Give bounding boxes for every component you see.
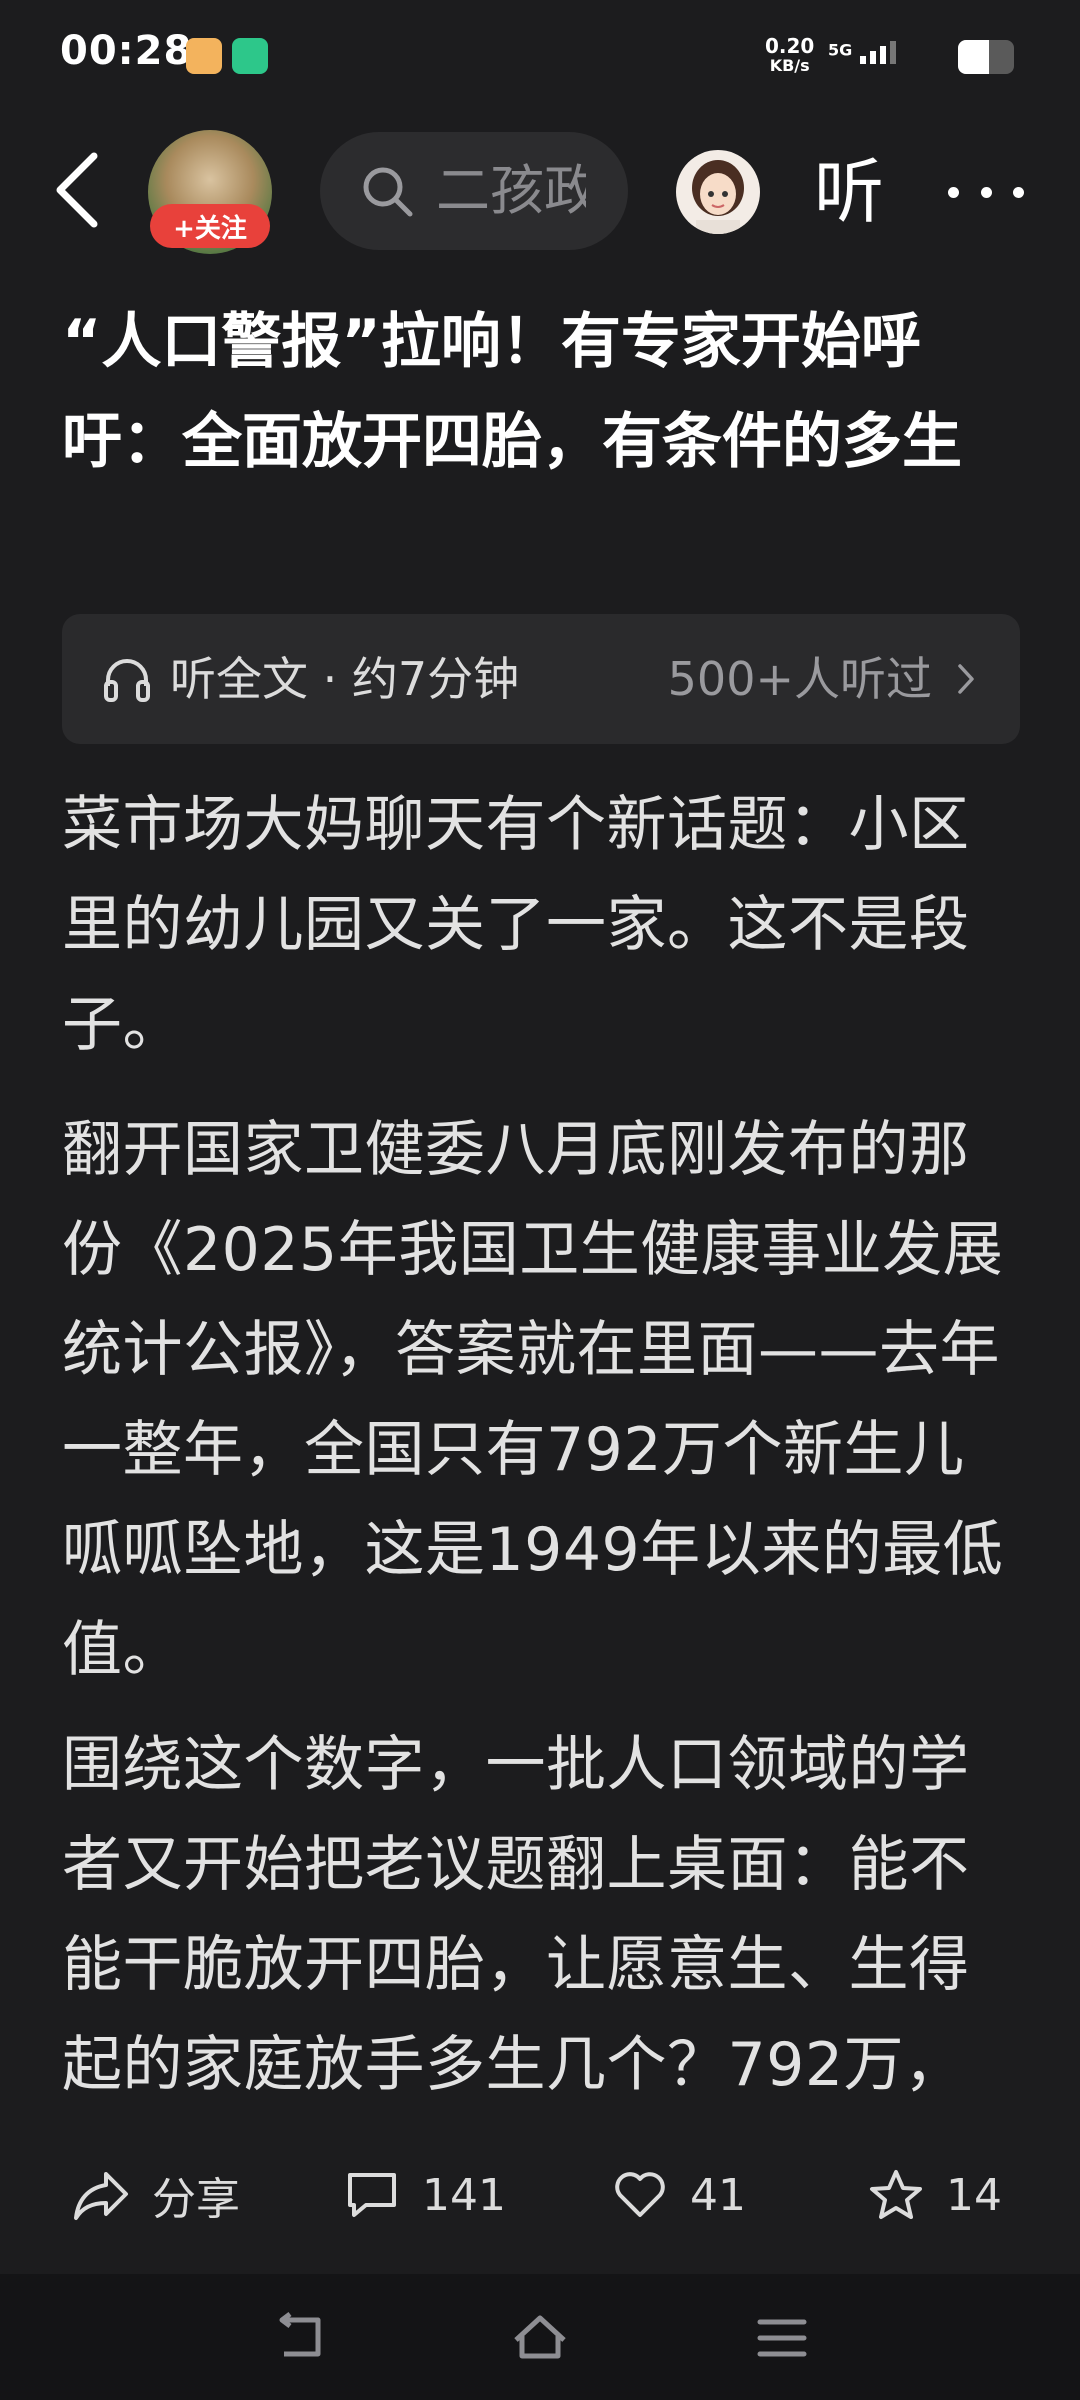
- share-button[interactable]: 分享: [72, 2162, 240, 2228]
- more-options-button[interactable]: [948, 164, 1024, 220]
- more-dot-icon: [980, 186, 992, 198]
- listen-full-text-label: 听全文 · 约7分钟: [170, 652, 520, 706]
- chevron-right-icon: [958, 664, 974, 694]
- follow-button[interactable]: +关注: [150, 204, 270, 248]
- network-type: 5G: [828, 40, 853, 60]
- network-speed: 0.20 KB/s: [765, 36, 814, 76]
- article-title: “人口警报”拉响！有专家开始呼吁：全面放开四胎，有条件的多生: [62, 307, 962, 477]
- heart-icon: [615, 2172, 665, 2217]
- signal-icon: 5G: [828, 38, 918, 68]
- shield-notification-icon: [232, 38, 268, 74]
- back-arrow-icon: [56, 152, 98, 228]
- listen-full-text-bar[interactable]: 听全文 · 约7分钟 500+人听过: [62, 614, 1020, 744]
- share-icon: [74, 2172, 128, 2220]
- listen-count: 500+人听过: [667, 652, 932, 706]
- article-paragraph: 围绕这个数字，一批人口领域的学者又开始把老议题翻上桌面：能不能干脆放开四胎，让愿…: [62, 1730, 970, 2100]
- app-notification-icon: [186, 38, 222, 74]
- reader-face-icon: [692, 160, 744, 234]
- back-nav-icon[interactable]: [270, 2310, 330, 2366]
- home-nav-icon[interactable]: [510, 2310, 570, 2366]
- star-icon: [870, 2170, 922, 2219]
- system-navigation-bar: [0, 2274, 1080, 2400]
- favorite-count: 14: [946, 2169, 1002, 2221]
- battery-icon: [958, 40, 1014, 74]
- search-icon: [363, 167, 413, 217]
- network-speed-unit: KB/s: [769, 56, 810, 75]
- article-paragraph: 菜市场大妈聊天有个新话题：小区里的幼儿园又关了一家。这不是段子。: [62, 790, 970, 1060]
- search-text: 二孩政: [436, 159, 586, 222]
- article-paragraph: 翻开国家卫健委八月底刚发布的那份《2025年我国卫生健康事业发展统计公报》，答案…: [62, 1115, 1004, 1685]
- more-dot-icon: [1013, 186, 1024, 198]
- network-speed-value: 0.20: [765, 34, 815, 58]
- article-action-bar: 分享 141 41 14: [0, 2140, 1080, 2250]
- search-bar[interactable]: 二孩政: [320, 132, 628, 250]
- status-time: 00:28: [60, 28, 193, 74]
- like-count: 41: [690, 2169, 746, 2221]
- menu-nav-icon[interactable]: [752, 2310, 812, 2366]
- favorite-button[interactable]: 14: [868, 2162, 1002, 2228]
- more-dot-icon: [948, 186, 959, 198]
- comment-icon: [348, 2173, 396, 2217]
- voice-reader-avatar[interactable]: [676, 150, 760, 234]
- like-button[interactable]: 41: [612, 2162, 746, 2228]
- battery-level: [958, 40, 989, 74]
- comment-button[interactable]: 141: [344, 2162, 506, 2228]
- headphones-icon: [104, 659, 150, 702]
- share-label: 分享: [152, 2174, 240, 2225]
- listen-button[interactable]: 听: [814, 150, 884, 234]
- comment-count: 141: [422, 2169, 506, 2221]
- back-button[interactable]: [50, 150, 110, 230]
